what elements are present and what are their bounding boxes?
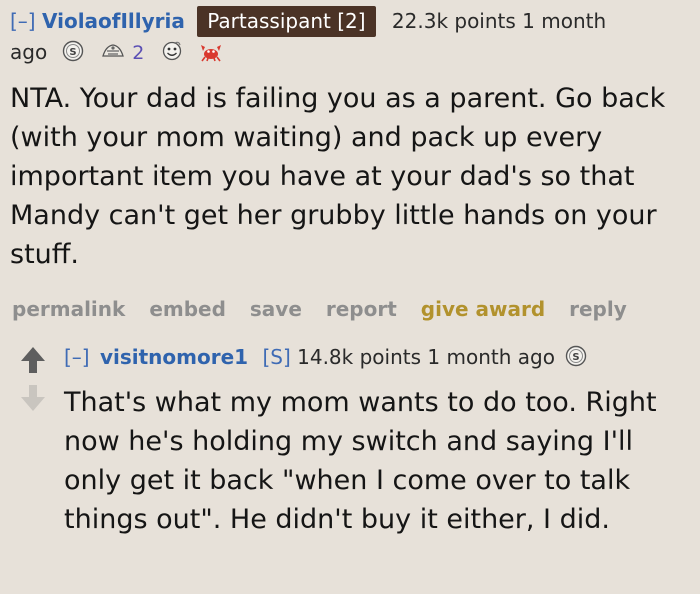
collapse-toggle[interactable]: [–] bbox=[10, 9, 36, 33]
timestamp-part1[interactable]: 1 month bbox=[522, 9, 606, 33]
award-count: 2 bbox=[132, 42, 145, 64]
downvote-arrow-icon[interactable] bbox=[19, 383, 47, 417]
upvote-arrow-icon[interactable] bbox=[19, 345, 47, 379]
crab-award-icon[interactable] bbox=[199, 40, 223, 67]
save-button[interactable]: save bbox=[250, 297, 302, 321]
reply-button[interactable]: reply bbox=[569, 297, 627, 321]
helpful-award-icon[interactable] bbox=[100, 40, 126, 67]
svg-text:S: S bbox=[69, 47, 76, 58]
parent-comment-body: NTA. Your dad is failing you as a parent… bbox=[10, 83, 666, 270]
report-button[interactable]: report bbox=[326, 297, 397, 321]
give-award-button[interactable]: give award bbox=[421, 297, 545, 321]
timestamp[interactable]: 1 month ago bbox=[427, 345, 555, 369]
parent-comment-buttons: permalink embed save report give award r… bbox=[12, 297, 644, 321]
points: 22.3k points bbox=[391, 9, 516, 33]
user-flair: Partassipant [2] bbox=[197, 6, 376, 37]
svg-text:S: S bbox=[573, 352, 580, 363]
author-username[interactable]: ViolaofIllyria bbox=[42, 9, 185, 33]
parent-tagline: [–] ViolaofIllyria Partassipant [2] 22.3… bbox=[10, 6, 606, 37]
submitter-tag: [S] bbox=[262, 345, 291, 369]
wholesome-award-icon[interactable] bbox=[161, 40, 183, 67]
collapse-toggle[interactable]: [–] bbox=[64, 345, 90, 369]
permalink-button[interactable]: permalink bbox=[12, 297, 125, 321]
timestamp-part2[interactable]: ago bbox=[10, 40, 47, 64]
child-comment-body: That's what my mom wants to do too. Righ… bbox=[64, 387, 657, 535]
silver-award-icon[interactable]: S bbox=[565, 345, 587, 372]
child-tagline: [–] visitnomore1 [S] 14.8k points 1 mont… bbox=[64, 345, 587, 372]
silver-award-icon[interactable]: S bbox=[62, 40, 84, 67]
points: 14.8k points bbox=[297, 345, 422, 369]
embed-button[interactable]: embed bbox=[149, 297, 226, 321]
author-username[interactable]: visitnomore1 bbox=[100, 345, 248, 369]
parent-tagline-cont: ago S 2 bbox=[10, 40, 223, 67]
